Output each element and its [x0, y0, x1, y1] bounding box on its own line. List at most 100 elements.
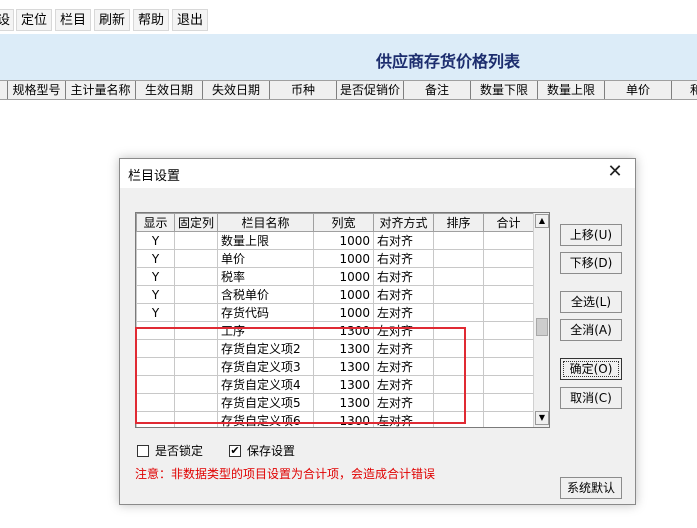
cell-sum[interactable]	[483, 303, 535, 322]
cell-show[interactable]	[136, 339, 175, 358]
cell-width[interactable]: 1300	[313, 321, 375, 340]
cell-fixed[interactable]	[173, 231, 219, 250]
cell-width[interactable]: 1000	[313, 303, 375, 322]
table-row[interactable]: 存货自定义项2 1300 左对齐	[136, 339, 535, 358]
close-icon[interactable]: ✕	[603, 160, 627, 184]
cell-fixed[interactable]	[173, 411, 219, 427]
grid-col-effective-date[interactable]: 生效日期	[136, 81, 203, 99]
cell-fixed[interactable]	[173, 303, 219, 322]
cell-show[interactable]	[136, 411, 175, 427]
cell-fixed[interactable]	[173, 285, 219, 304]
cell-name[interactable]: 含税单价	[217, 285, 315, 304]
cell-sort[interactable]	[433, 249, 485, 268]
cell-width[interactable]: 1300	[313, 411, 375, 427]
toolbar-button-query[interactable]: 设	[0, 9, 14, 31]
confirm-button[interactable]: 确定(O)	[560, 358, 622, 380]
cell-width[interactable]: 1300	[313, 375, 375, 394]
cell-fixed[interactable]	[173, 249, 219, 268]
cell-show[interactable]: Y	[136, 267, 175, 286]
cell-align[interactable]: 左对齐	[373, 321, 435, 340]
cell-name[interactable]: 存货自定义项2	[217, 339, 315, 358]
move-up-button[interactable]: 上移(U)	[560, 224, 622, 246]
cell-sort[interactable]	[433, 303, 485, 322]
cell-show[interactable]	[136, 375, 175, 394]
cell-align[interactable]: 左对齐	[373, 375, 435, 394]
cell-name[interactable]: 存货代码	[217, 303, 315, 322]
cell-sum[interactable]	[483, 321, 535, 340]
cell-name[interactable]: 税率	[217, 267, 315, 286]
cell-align[interactable]: 左对齐	[373, 357, 435, 376]
cancel-button[interactable]: 取消(C)	[560, 387, 622, 409]
cell-sort[interactable]	[433, 285, 485, 304]
cell-show[interactable]: Y	[136, 249, 175, 268]
table-row[interactable]: Y 含税单价 1000 右对齐	[136, 285, 535, 304]
cell-sum[interactable]	[483, 231, 535, 250]
cell-sort[interactable]	[433, 231, 485, 250]
cell-show[interactable]	[136, 357, 175, 376]
cell-sum[interactable]	[483, 339, 535, 358]
cell-sum[interactable]	[483, 393, 535, 412]
grid-col-currency[interactable]: 币种	[270, 81, 337, 99]
grid-col-qty-min[interactable]: 数量下限	[471, 81, 538, 99]
cell-sort[interactable]	[433, 321, 485, 340]
cell-fixed[interactable]	[173, 375, 219, 394]
cell-fixed[interactable]	[173, 357, 219, 376]
cell-align[interactable]: 左对齐	[373, 339, 435, 358]
toolbar-button-help[interactable]: 帮助	[133, 9, 170, 31]
cell-name[interactable]: 数量上限	[217, 231, 315, 250]
cell-width[interactable]: 1300	[313, 357, 375, 376]
cell-sort[interactable]	[433, 375, 485, 394]
cell-name[interactable]: 存货自定义项4	[217, 375, 315, 394]
cell-show[interactable]: Y	[136, 285, 175, 304]
cell-sum[interactable]	[483, 411, 535, 427]
cell-align[interactable]: 右对齐	[373, 285, 435, 304]
cell-align[interactable]: 左对齐	[373, 393, 435, 412]
cell-name[interactable]: 存货自定义项5	[217, 393, 315, 412]
grid-col-expire-date[interactable]: 失效日期	[203, 81, 270, 99]
cell-width[interactable]: 1000	[313, 249, 375, 268]
cell-align[interactable]: 左对齐	[373, 303, 435, 322]
scroll-up-icon[interactable]: ▲	[535, 214, 549, 228]
toolbar-button-exit[interactable]: 退出	[172, 9, 209, 31]
cell-show[interactable]	[136, 393, 175, 412]
vertical-scrollbar[interactable]: ▲ ▼	[533, 213, 549, 427]
save-option[interactable]: ✔ 保存设置	[229, 442, 295, 459]
cell-show[interactable]: Y	[136, 303, 175, 322]
table-row[interactable]: Y 税率 1000 右对齐	[136, 267, 535, 286]
lock-option[interactable]: 是否锁定	[137, 442, 203, 459]
lock-checkbox[interactable]	[137, 444, 149, 457]
cell-align[interactable]: 右对齐	[373, 249, 435, 268]
cell-width[interactable]: 1300	[313, 393, 375, 412]
cell-sum[interactable]	[483, 357, 535, 376]
cell-sort[interactable]	[433, 339, 485, 358]
cell-align[interactable]: 右对齐	[373, 267, 435, 286]
cell-name[interactable]: 存货自定义项6	[217, 411, 315, 427]
grid-col-remark[interactable]: 备注	[404, 81, 471, 99]
cell-sum[interactable]	[483, 249, 535, 268]
cell-sort[interactable]	[433, 357, 485, 376]
table-row[interactable]: Y 存货代码 1000 左对齐	[136, 303, 535, 322]
cell-sort[interactable]	[433, 411, 485, 427]
select-all-button[interactable]: 全选(L)	[560, 291, 622, 313]
cell-align[interactable]: 左对齐	[373, 411, 435, 427]
cell-name[interactable]: 存货自定义项3	[217, 357, 315, 376]
grid-col-price[interactable]: 单价	[605, 81, 672, 99]
cell-fixed[interactable]	[173, 267, 219, 286]
grid-col-spec[interactable]: 规格型号	[8, 81, 66, 99]
cell-width[interactable]: 1000	[313, 285, 375, 304]
table-row[interactable]: 存货自定义项3 1300 左对齐	[136, 357, 535, 376]
cell-sum[interactable]	[483, 375, 535, 394]
cell-name[interactable]: 单价	[217, 249, 315, 268]
save-checkbox[interactable]: ✔	[229, 444, 241, 457]
cell-fixed[interactable]	[173, 393, 219, 412]
table-row[interactable]: 存货自定义项4 1300 左对齐	[136, 375, 535, 394]
cell-sort[interactable]	[433, 267, 485, 286]
toolbar-button-locate[interactable]: 定位	[16, 9, 53, 31]
table-row[interactable]: Y 单价 1000 右对齐	[136, 249, 535, 268]
cell-sort[interactable]	[433, 393, 485, 412]
cell-align[interactable]: 右对齐	[373, 231, 435, 250]
move-down-button[interactable]: 下移(D)	[560, 252, 622, 274]
grid-col-qty-max[interactable]: 数量上限	[538, 81, 605, 99]
table-row[interactable]: 存货自定义项5 1300 左对齐	[136, 393, 535, 412]
table-row[interactable]: 存货自定义项6 1300 左对齐	[136, 411, 535, 427]
